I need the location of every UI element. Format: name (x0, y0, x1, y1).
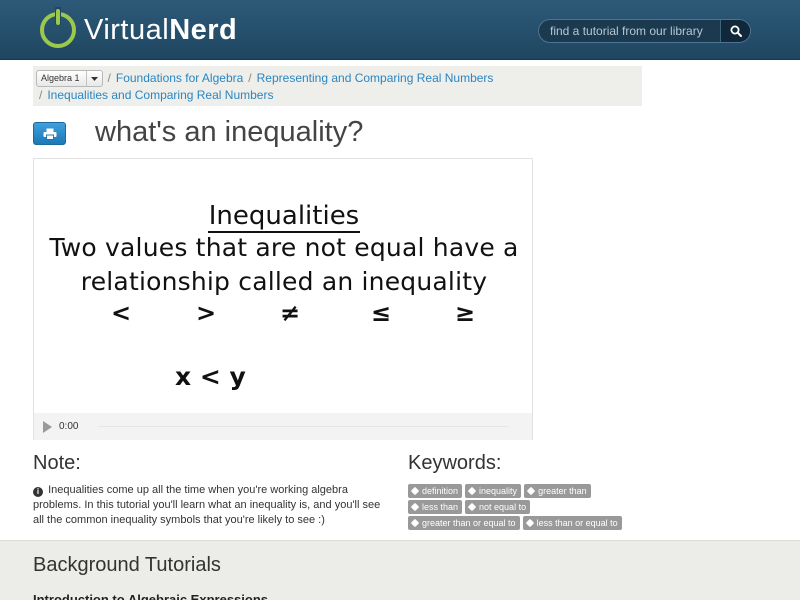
symbol-less-or-equal: ≤ (371, 299, 392, 327)
print-button[interactable] (33, 122, 66, 145)
tag-label: less than or equal to (536, 518, 618, 528)
power-logo-icon (40, 7, 76, 48)
tag-icon (410, 486, 420, 496)
keyword-tag-definition[interactable]: definition (408, 484, 463, 498)
keywords-title: Keywords: (408, 452, 502, 474)
site-header: VirtualNerd (0, 0, 800, 60)
keyword-tag-less-than-or-equal-to[interactable]: less than or equal to (522, 516, 622, 530)
keyword-tag-greater-than-or-equal-to[interactable]: greater than or equal to (408, 516, 520, 530)
tag-label: not equal to (479, 502, 527, 512)
search-button[interactable] (720, 20, 750, 42)
breadcrumb-row-2: / Inequalities and Comparing Real Number… (36, 87, 642, 104)
note-title: Note: (33, 452, 81, 474)
tag-label: definition (422, 486, 459, 496)
slide-symbols: < > ≠ ≤ ≥ (34, 299, 534, 329)
play-icon[interactable] (43, 420, 52, 433)
search-icon (730, 25, 742, 37)
slide-heading-text: Inequalities (207, 201, 361, 233)
tag-label: greater than (538, 486, 587, 496)
info-icon: i (33, 487, 43, 497)
breadcrumb-separator: / (248, 71, 252, 85)
tag-row: less than not equal to (408, 500, 648, 514)
keyword-tag-not-equal-to[interactable]: not equal to (465, 500, 531, 514)
breadcrumb-separator: / (107, 71, 111, 85)
video-controls: 0:00 (34, 413, 532, 440)
slide-line-1: Two values that are not equal have a (49, 233, 519, 262)
tag-label: less than (422, 502, 459, 512)
tag-icon (467, 502, 477, 512)
page-title: what's an inequality? (95, 116, 364, 148)
keyword-tag-greater-than[interactable]: greater than (524, 484, 591, 498)
note-body: i Inequalities come up all the time when… (33, 483, 393, 528)
symbol-greater-than: > (196, 299, 217, 327)
search-input[interactable] (539, 20, 720, 42)
breadcrumb-link-foundations[interactable]: Foundations for Algebra (116, 70, 243, 87)
slide-example: x < y (175, 362, 246, 391)
tag-icon (526, 486, 536, 496)
tag-icon (467, 486, 477, 496)
tag-row: greater than or equal to less than or eq… (408, 516, 648, 530)
logo-nerd: Nerd (169, 13, 238, 46)
logo-text: VirtualNerd (84, 14, 237, 47)
video-progress-track[interactable] (98, 426, 509, 427)
keyword-tag-inequality[interactable]: inequality (465, 484, 522, 498)
background-tutorials-title: Background Tutorials (33, 554, 221, 576)
symbol-greater-or-equal: ≥ (455, 299, 476, 327)
tag-label: inequality (479, 486, 518, 496)
breadcrumb-link-real-numbers[interactable]: Representing and Comparing Real Numbers (257, 70, 494, 87)
logo-virtual: Virtual (84, 13, 170, 46)
note-text: Inequalities come up all the time when y… (33, 484, 381, 526)
breadcrumb-row-1: Algebra 1 / Foundations for Algebra / Re… (36, 70, 642, 87)
tag-icon (410, 502, 420, 512)
background-tutorials-section: Background Tutorials Introduction to Alg… (0, 540, 800, 600)
virtualnerd-logo[interactable]: VirtualNerd (40, 7, 237, 50)
keyword-tags: definition inequality greater than less … (408, 484, 648, 532)
keyword-tag-less-than[interactable]: less than (408, 500, 463, 514)
tag-row: definition inequality greater than (408, 484, 648, 498)
slide-heading: Inequalities (34, 201, 534, 233)
symbol-less-than: < (111, 299, 132, 327)
printer-icon (43, 128, 56, 140)
video-time: 0:00 (59, 421, 79, 432)
search-box (538, 19, 751, 43)
symbol-not-equal: ≠ (280, 299, 301, 327)
tag-icon (525, 518, 534, 528)
video-player[interactable]: Inequalities Two values that are not equ… (33, 158, 533, 440)
course-select[interactable]: Algebra 1 (36, 70, 103, 87)
breadcrumb-link-inequalities[interactable]: Inequalities and Comparing Real Numbers (47, 87, 273, 104)
breadcrumb-separator: / (39, 88, 43, 102)
chevron-down-icon (85, 71, 102, 86)
tag-icon (410, 518, 420, 528)
breadcrumb: Algebra 1 / Foundations for Algebra / Re… (33, 66, 642, 106)
background-tutorial-link[interactable]: Introduction to Algebraic Expressions (33, 592, 268, 600)
tag-label: greater than or equal to (422, 518, 516, 528)
video-slide: Inequalities Two values that are not equ… (34, 159, 534, 413)
course-select-value: Algebra 1 (41, 73, 80, 83)
slide-line-2: relationship called an inequality (80, 267, 488, 296)
